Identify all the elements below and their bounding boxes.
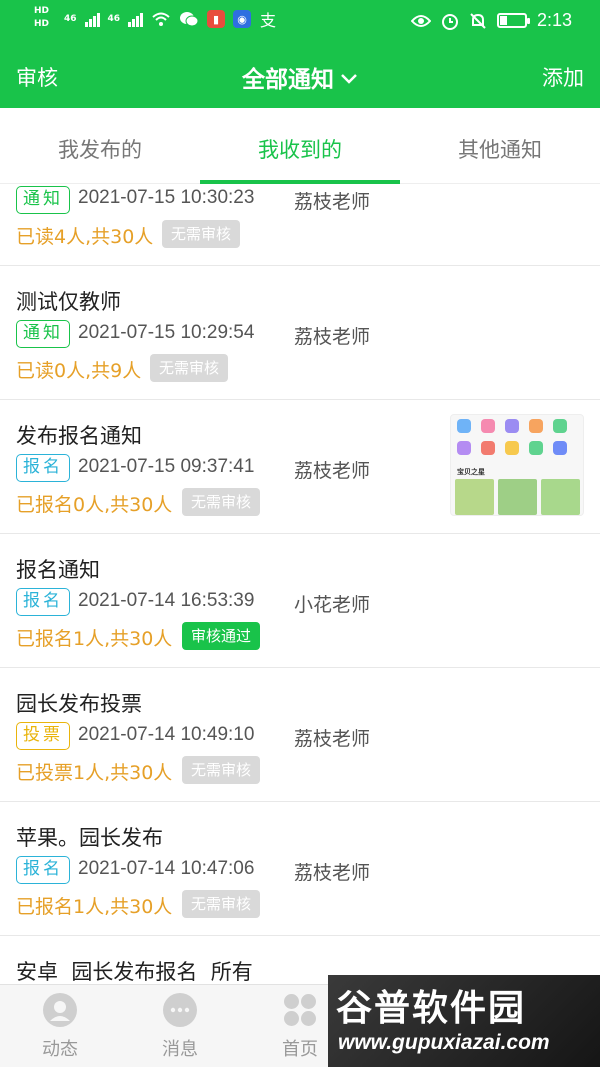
list-item[interactable]: 发布报名通知 报名 2021-07-15 09:37:41 荔枝老师 已报名0人…	[0, 400, 600, 534]
clock-time: 2:13	[536, 10, 572, 30]
signup-stat: 已报名1人,共30人	[16, 896, 173, 918]
item-title: 园长发布投票	[16, 692, 142, 716]
item-title: 安卓 园长发布报名 所有	[16, 960, 253, 984]
type-tag: 通知	[16, 320, 70, 348]
tab-published[interactable]: 我发布的	[0, 134, 200, 164]
wifi-icon	[152, 12, 170, 26]
nav-messages[interactable]: 消息	[120, 993, 240, 1061]
dynamic-icon	[43, 993, 77, 1027]
mute-bell-icon	[470, 12, 486, 29]
notice-thumbnail[interactable]: 宝贝之星	[450, 414, 584, 516]
watermark-title: 谷普软件园	[336, 988, 527, 1029]
notice-filter-dropdown[interactable]: 全部通知	[0, 60, 600, 94]
hd-label-bottom: HD	[34, 19, 50, 29]
review-status-badge: 无需审核	[182, 488, 261, 516]
read-stat: 已读0人,共9人	[16, 360, 142, 382]
item-title: 发布报名通知	[16, 424, 142, 448]
type-tag: 报名	[16, 856, 70, 884]
network-type: 46	[64, 14, 77, 24]
item-teacher: 荔枝老师	[294, 191, 371, 213]
item-teacher: 荔枝老师	[294, 862, 371, 884]
review-status-badge: 审核通过	[182, 622, 261, 650]
tab-other[interactable]: 其他通知	[400, 134, 600, 164]
message-icon	[163, 993, 197, 1027]
signup-stat: 已报名1人,共30人	[16, 628, 173, 650]
add-button[interactable]: 添加	[542, 62, 584, 92]
watermark-url: www.gupuxiazai.com	[338, 1031, 550, 1054]
hd-label-top: HD	[34, 6, 50, 16]
network-type-2: 46	[107, 14, 121, 24]
item-teacher: 荔枝老师	[294, 460, 371, 482]
item-teacher: 荔枝老师	[294, 326, 371, 348]
list-item[interactable]: 园长发布投票 投票 2021-07-14 10:49:10 荔枝老师 已投票1人…	[0, 668, 600, 802]
app-header: 审核 全部通知 添加	[0, 42, 600, 108]
alarm-icon	[441, 13, 458, 30]
vote-stat: 已投票1人,共30人	[16, 762, 173, 784]
review-status-badge: 无需审核	[162, 220, 241, 248]
hd-indicator: HD HD	[34, 5, 49, 31]
site-watermark: 谷普软件园 www.gupuxiazai.com	[328, 975, 600, 1067]
list-item[interactable]: 苹果。园长发布 报名 2021-07-14 10:47:06 荔枝老师 已报名1…	[0, 802, 600, 936]
review-status-badge: 无需审核	[182, 890, 261, 918]
header-title: 全部通知	[242, 67, 334, 93]
type-tag: 通知	[16, 186, 70, 214]
battery-icon	[496, 13, 530, 28]
nav-label: 消息	[162, 1039, 198, 1060]
alipay-icon: 支	[260, 11, 277, 30]
read-stat: 已读4人,共30人	[16, 226, 154, 248]
list-item[interactable]: 测试仅教师 通知 2021-07-15 10:29:54 荔枝老师 已读0人,共…	[0, 266, 600, 400]
item-title: 苹果。园长发布	[16, 826, 163, 850]
notice-tabs: 我发布的 我收到的 其他通知	[0, 108, 600, 184]
review-status-badge: 无需审核	[182, 756, 261, 784]
type-tag: 报名	[16, 454, 70, 482]
review-status-badge: 无需审核	[150, 354, 229, 382]
item-time: 2021-07-15 10:29:54	[78, 322, 255, 343]
item-teacher: 小花老师	[294, 594, 371, 616]
item-time: 2021-07-15 10:30:23	[78, 187, 255, 208]
list-item[interactable]: 通知 2021-07-15 10:30:23 荔枝老师 已读4人,共30人 无需…	[0, 184, 600, 266]
tab-received[interactable]: 我收到的	[200, 134, 400, 164]
item-time: 2021-07-15 09:37:41	[78, 456, 255, 477]
list-item[interactable]: 报名通知 报名 2021-07-14 16:53:39 小花老师 已报名1人,共…	[0, 534, 600, 668]
type-tag: 报名	[16, 588, 70, 616]
item-time: 2021-07-14 10:47:06	[78, 858, 255, 879]
signal-icon	[84, 11, 100, 27]
book-app-icon: ▮	[207, 10, 226, 28]
item-title: 测试仅教师	[16, 290, 121, 314]
thumbnail-label: 宝贝之星	[457, 468, 485, 476]
bulb-app-icon: ◉	[233, 10, 252, 28]
nav-dynamic[interactable]: 动态	[0, 993, 120, 1061]
home-grid-icon	[283, 993, 317, 1027]
signal-icon-2	[128, 11, 144, 27]
status-icons-right: 2:13	[410, 10, 572, 31]
status-bar: HD HD 46 46 ▮ ◉ 支 2:13	[0, 0, 600, 42]
wechat-icon	[180, 12, 199, 27]
type-tag: 投票	[16, 722, 70, 750]
item-title: 报名通知	[16, 558, 100, 582]
item-time: 2021-07-14 10:49:10	[78, 724, 255, 745]
nav-label: 动态	[42, 1039, 78, 1060]
item-time: 2021-07-14 16:53:39	[78, 590, 255, 611]
item-teacher: 荔枝老师	[294, 728, 371, 750]
status-icons-left: 46 46 ▮ ◉ 支	[64, 10, 277, 30]
notice-list: 通知 2021-07-15 10:30:23 荔枝老师 已读4人,共30人 无需…	[0, 184, 600, 984]
chevron-down-icon	[341, 73, 357, 84]
eye-icon	[410, 14, 431, 27]
signup-stat: 已报名0人,共30人	[16, 494, 173, 516]
